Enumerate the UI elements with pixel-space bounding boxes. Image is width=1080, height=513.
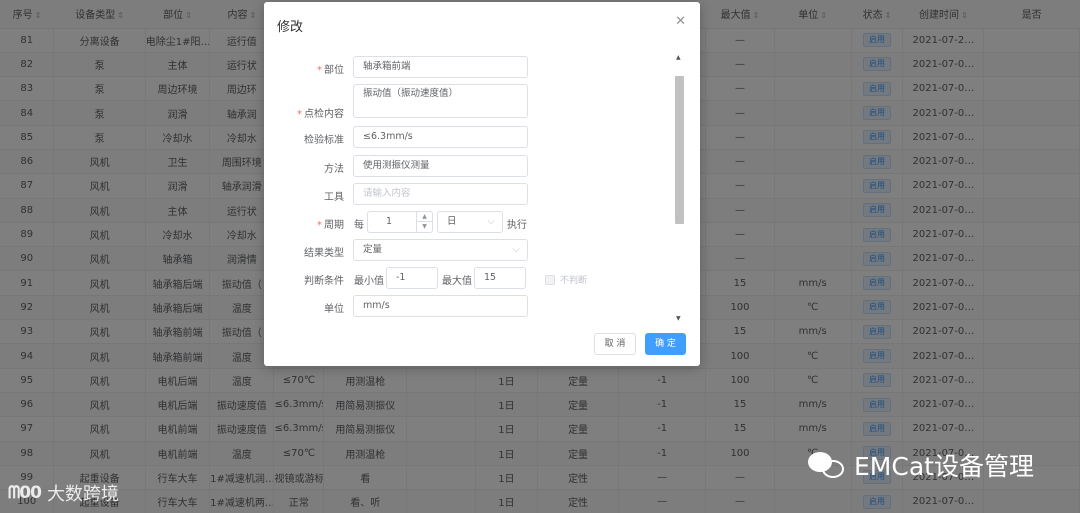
scrollbar-thumb[interactable] (675, 76, 684, 224)
cycle-suffix: 执行 (507, 220, 527, 231)
no-judge-checkbox[interactable] (545, 275, 555, 285)
dialog-form: * 部位 轴承箱前端 * 点检内容 振动值（振动速度值） 检验标准 ≤6.3mm/s… (264, 54, 686, 322)
cycle-value: 1 (386, 216, 393, 227)
close-icon[interactable]: ✕ (675, 14, 686, 29)
wechat-logo-icon (808, 450, 846, 480)
unit-input[interactable]: mm/s (353, 295, 528, 317)
chevron-up-icon[interactable]: ▲ (417, 212, 432, 222)
chevron-down-icon[interactable]: ▼ (417, 222, 432, 232)
chevron-down-icon: ⌵ (512, 244, 520, 255)
part-input[interactable]: 轴承箱前端 (353, 56, 528, 78)
content-textarea[interactable]: 振动值（振动速度值） (353, 84, 528, 118)
chevron-down-icon: ⌵ (487, 216, 495, 227)
min-input[interactable]: -1 (386, 267, 438, 289)
watermark-emcat: EMCat设备管理 (808, 447, 1034, 483)
tool-label: 工具 (324, 192, 344, 203)
dashu-logo-icon: ᗰ00 (8, 483, 42, 503)
cycle-stepper[interactable]: ▲ ▼ (416, 212, 432, 232)
cycle-label: * 周期 (317, 220, 344, 231)
cycle-number-input[interactable]: 1 ▲ ▼ (367, 211, 433, 233)
standard-input[interactable]: ≤6.3mm/s (353, 126, 528, 148)
unit-label: 单位 (324, 304, 344, 315)
max-input[interactable]: 15 (474, 267, 526, 289)
content-label: * 点检内容 (297, 109, 344, 120)
max-label: 最大值 (442, 276, 472, 287)
scroll-up-icon[interactable]: ▲ (676, 54, 681, 61)
cycle-unit-value: 日 (447, 216, 457, 227)
part-label: * 部位 (317, 65, 344, 76)
cycle-unit-select[interactable]: 日 ⌵ (437, 211, 503, 233)
standard-label: 检验标准 (304, 135, 344, 146)
watermark-dashu: ᗰ00 大数跨境 (8, 480, 119, 506)
edit-dialog: 修改 ✕ * 部位 轴承箱前端 * 点检内容 振动值（振动速度值） 检验标准 ≤6.… (264, 2, 700, 366)
result-type-value: 定量 (363, 244, 383, 255)
dialog-title: 修改 (277, 20, 304, 35)
method-label: 方法 (324, 164, 344, 175)
page: 序号⇕设备类型⇕部位⇕内容⇕最小值⇕最大值⇕单位⇕状态⇕创建时间⇕是否 81分离… (0, 0, 1080, 513)
confirm-button[interactable]: 确 定 (645, 333, 686, 355)
result-type-select[interactable]: 定量 ⌵ (353, 239, 528, 261)
tool-input[interactable]: 请输入内容 (353, 183, 528, 205)
cancel-button[interactable]: 取 消 (594, 333, 636, 355)
no-judge-label: 不判断 (560, 276, 588, 286)
scroll-down-icon[interactable]: ▼ (676, 315, 681, 322)
result-type-label: 结果类型 (304, 248, 344, 259)
method-input[interactable]: 使用测振仪测量 (353, 155, 528, 177)
judge-label: 判断条件 (304, 276, 344, 287)
cycle-prefix: 每 (354, 220, 364, 231)
watermark-dashu-text: 大数跨境 (46, 484, 119, 505)
dialog-scrollbar[interactable]: ▲ ▼ (675, 54, 685, 322)
watermark-emcat-text: EMCat设备管理 (854, 452, 1034, 481)
min-label: 最小值 (354, 276, 384, 287)
